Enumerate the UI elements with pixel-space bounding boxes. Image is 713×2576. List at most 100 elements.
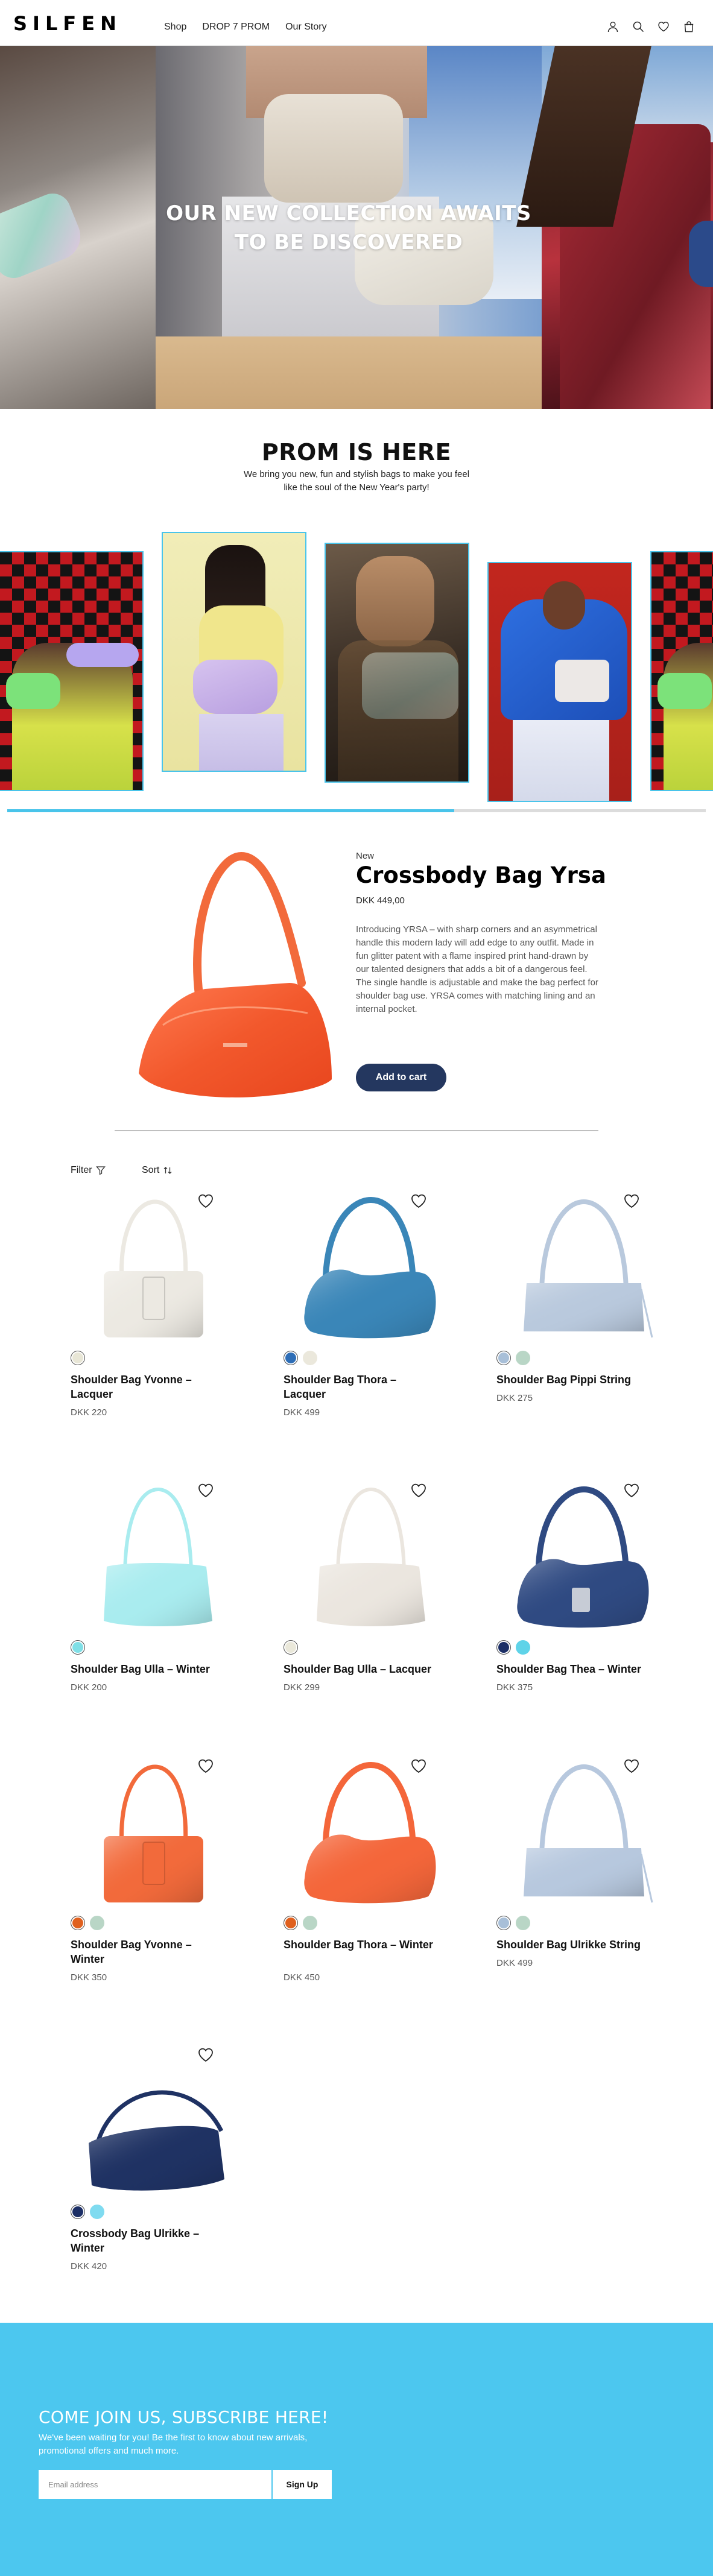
product-price: DKK 499 bbox=[496, 1958, 533, 1968]
color-swatch[interactable] bbox=[303, 1351, 317, 1365]
product-card[interactable]: Shoulder Bag Pippi String DKK 275 bbox=[496, 1193, 671, 1452]
color-swatch[interactable] bbox=[516, 1640, 530, 1655]
sort-button[interactable]: Sort bbox=[142, 1165, 173, 1176]
color-swatches bbox=[496, 1351, 530, 1365]
carousel-slide[interactable] bbox=[325, 543, 469, 783]
product-card[interactable]: Shoulder Bag Thea – Winter DKK 375 bbox=[496, 1482, 671, 1741]
color-swatch[interactable] bbox=[496, 1640, 511, 1655]
color-swatches bbox=[496, 1916, 530, 1930]
carousel-slide[interactable] bbox=[650, 551, 713, 791]
color-swatch[interactable] bbox=[516, 1351, 530, 1365]
wishlist-heart-icon[interactable] bbox=[197, 1758, 214, 1775]
wishlist-heart-icon[interactable] bbox=[197, 1193, 214, 1210]
carousel-slide[interactable] bbox=[162, 532, 306, 772]
filter-button[interactable]: Filter bbox=[71, 1165, 106, 1176]
product-image[interactable] bbox=[496, 1193, 671, 1343]
nav-shop[interactable]: Shop bbox=[164, 22, 186, 33]
main-nav: Shop DROP 7 PROM Our Story bbox=[164, 22, 327, 33]
wishlist-heart-icon[interactable] bbox=[410, 1482, 427, 1499]
product-image[interactable] bbox=[284, 1193, 458, 1343]
email-field[interactable] bbox=[39, 2470, 271, 2499]
logo[interactable]: SILFEN bbox=[13, 12, 122, 35]
product-image[interactable] bbox=[284, 1482, 458, 1633]
wishlist-heart-icon[interactable] bbox=[197, 1482, 214, 1499]
wishlist-heart-icon[interactable] bbox=[410, 1758, 427, 1775]
hero-title-line2: TO BE DISCOVERED bbox=[234, 230, 463, 254]
add-to-cart-button[interactable]: Add to cart bbox=[356, 1064, 446, 1091]
hero-title-line1: OUR NEW COLLECTION AWAITS bbox=[166, 201, 531, 226]
product-card[interactable]: Shoulder Bag Yvonne – Lacquer DKK 220 bbox=[71, 1193, 246, 1452]
color-swatches bbox=[71, 1640, 85, 1655]
product-name[interactable]: Shoulder Bag Yvonne – Winter bbox=[71, 1937, 227, 1966]
sort-icon bbox=[163, 1167, 172, 1174]
color-swatches bbox=[71, 2205, 104, 2219]
user-icon[interactable] bbox=[607, 21, 619, 33]
product-name[interactable]: Shoulder Bag Thora – Lacquer bbox=[284, 1372, 440, 1401]
product-name[interactable]: Shoulder Bag Yvonne – Lacquer bbox=[71, 1372, 227, 1401]
filter-icon bbox=[95, 1166, 106, 1175]
color-swatch[interactable] bbox=[284, 1916, 298, 1930]
product-name[interactable]: Shoulder Bag Thora – Winter bbox=[284, 1937, 440, 1952]
prom-carousel[interactable] bbox=[0, 527, 713, 804]
product-card[interactable]: Shoulder Bag Ulla – Lacquer DKK 299 bbox=[284, 1482, 458, 1741]
color-swatch[interactable] bbox=[71, 1916, 85, 1930]
product-image[interactable] bbox=[284, 1758, 458, 1908]
newsletter-section: COME JOIN US, SUBSCRIBE HERE! We've been… bbox=[0, 2323, 713, 2576]
product-image[interactable] bbox=[71, 1482, 246, 1633]
search-icon[interactable] bbox=[632, 21, 644, 33]
hero-photo-right bbox=[516, 46, 713, 409]
heart-icon[interactable] bbox=[658, 21, 670, 33]
product-image[interactable] bbox=[71, 1193, 246, 1343]
product-card[interactable]: Shoulder Bag Ulla – Winter DKK 200 bbox=[71, 1482, 246, 1741]
color-swatch[interactable] bbox=[496, 1916, 511, 1930]
wishlist-heart-icon[interactable] bbox=[623, 1482, 640, 1499]
color-swatch[interactable] bbox=[71, 1640, 85, 1655]
featured-product-image[interactable] bbox=[127, 844, 344, 1103]
color-swatch[interactable] bbox=[90, 2205, 104, 2219]
color-swatch[interactable] bbox=[284, 1351, 298, 1365]
product-card[interactable]: Crossbody Bag Ulrikke – Winter DKK 420 bbox=[71, 2047, 246, 2306]
color-swatch[interactable] bbox=[303, 1916, 317, 1930]
wishlist-heart-icon[interactable] bbox=[410, 1193, 427, 1210]
color-swatches bbox=[284, 1640, 298, 1655]
product-image[interactable] bbox=[496, 1758, 671, 1908]
color-swatch[interactable] bbox=[71, 1351, 85, 1365]
product-image[interactable] bbox=[71, 1758, 246, 1908]
product-card[interactable]: Shoulder Bag Yvonne – Winter DKK 350 bbox=[71, 1758, 246, 2017]
carousel-scrollbar-thumb[interactable] bbox=[7, 809, 455, 812]
color-swatch[interactable] bbox=[90, 1916, 104, 1930]
product-card[interactable]: Shoulder Bag Thora – Lacquer DKK 499 bbox=[284, 1193, 458, 1452]
product-image[interactable] bbox=[496, 1482, 671, 1633]
product-card[interactable]: Shoulder Bag Ulrikke String DKK 499 bbox=[496, 1758, 671, 2017]
featured-title[interactable]: Crossbody Bag Yrsa bbox=[356, 862, 606, 888]
sort-label: Sort bbox=[142, 1165, 160, 1175]
product-image[interactable] bbox=[71, 2047, 246, 2197]
carousel-scrollbar[interactable] bbox=[7, 809, 706, 812]
product-name[interactable]: Shoulder Bag Ulrikke String bbox=[496, 1937, 653, 1952]
wishlist-heart-icon[interactable] bbox=[623, 1758, 640, 1775]
product-name[interactable]: Shoulder Bag Ulla – Lacquer bbox=[284, 1662, 440, 1676]
prom-subtitle: We bring you new, fun and stylish bags t… bbox=[243, 469, 470, 493]
color-swatch[interactable] bbox=[284, 1640, 298, 1655]
product-name[interactable]: Shoulder Bag Thea – Winter bbox=[496, 1662, 653, 1676]
product-card[interactable]: Shoulder Bag Thora – Winter DKK 450 bbox=[284, 1758, 458, 2017]
color-swatch[interactable] bbox=[496, 1351, 511, 1365]
nav-our-story[interactable]: Our Story bbox=[285, 22, 326, 33]
header-icons bbox=[607, 21, 695, 33]
wishlist-heart-icon[interactable] bbox=[623, 1193, 640, 1210]
product-name[interactable]: Crossbody Bag Ulrikke – Winter bbox=[71, 2226, 227, 2255]
carousel-slide[interactable] bbox=[0, 551, 144, 791]
color-swatch[interactable] bbox=[71, 2205, 85, 2219]
product-name[interactable]: Shoulder Bag Pippi String bbox=[496, 1372, 653, 1387]
product-name[interactable]: Shoulder Bag Ulla – Winter bbox=[71, 1662, 227, 1676]
bag-icon[interactable] bbox=[683, 21, 695, 33]
nav-drop-7-prom[interactable]: DROP 7 PROM bbox=[202, 22, 270, 33]
carousel-slide[interactable] bbox=[487, 562, 632, 802]
sign-up-button[interactable]: Sign Up bbox=[273, 2470, 332, 2499]
product-price: DKK 499 bbox=[284, 1407, 320, 1418]
featured-badge: New bbox=[356, 851, 375, 861]
wishlist-heart-icon[interactable] bbox=[197, 2047, 214, 2063]
section-divider bbox=[115, 1130, 598, 1131]
filter-label: Filter bbox=[71, 1165, 92, 1175]
color-swatch[interactable] bbox=[516, 1916, 530, 1930]
